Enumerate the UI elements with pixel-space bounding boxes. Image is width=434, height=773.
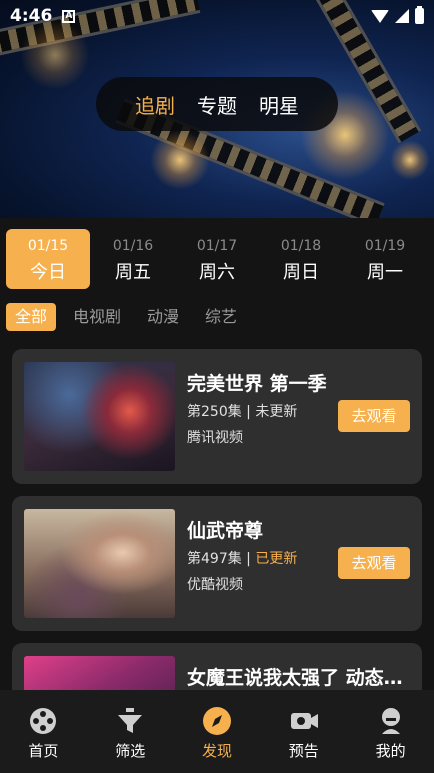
weekday-label: 周日 xyxy=(283,262,319,283)
episode-count: 第497集 xyxy=(187,551,242,567)
category-all[interactable]: 全部 xyxy=(6,303,57,331)
category-tv[interactable]: 电视剧 xyxy=(64,303,130,331)
date-label: 01/17 xyxy=(196,238,238,254)
episode-count: 第250集 xyxy=(187,404,242,420)
show-title: 完美世界 第一季 xyxy=(187,373,327,395)
nav-mine-label: 我的 xyxy=(375,742,406,760)
top-tab-switch: 追剧 专题 明星 xyxy=(96,77,338,131)
date-item[interactable]: 01/17 周六 xyxy=(175,229,259,289)
film-reel-icon xyxy=(28,706,58,736)
show-source: 优酷视频 xyxy=(187,577,243,593)
status-bar: 4:46 A xyxy=(0,0,434,32)
nav-filter[interactable]: 筛选 xyxy=(87,690,174,773)
weekday-label: 周六 xyxy=(199,262,235,283)
date-label: 01/16 xyxy=(112,238,154,254)
nav-home[interactable]: 首页 xyxy=(0,690,87,773)
show-meta: 第250集 | 未更新 xyxy=(187,401,297,421)
update-status: 已更新 xyxy=(255,551,298,567)
battery-icon xyxy=(415,6,424,24)
video-camera-icon xyxy=(289,706,319,736)
status-time: 4:46 xyxy=(10,6,53,26)
date-selector: 01/15 今日 01/16 周五 01/17 周六 01/18 周日 01/1… xyxy=(0,218,434,298)
watch-button[interactable]: 去观看 xyxy=(338,547,410,579)
date-label: 01/19 xyxy=(364,238,406,254)
show-source: 腾讯视频 xyxy=(187,430,243,446)
meta-separator: | xyxy=(241,551,256,567)
nav-discover[interactable]: 发现 xyxy=(174,690,261,773)
date-item[interactable]: 01/16 周五 xyxy=(91,229,175,289)
date-label: 01/15 xyxy=(27,238,69,254)
show-card[interactable]: 完美世界 第一季 第250集 | 未更新 腾讯视频 去观看 xyxy=(12,349,422,484)
weekday-label: 周五 xyxy=(115,262,151,283)
watch-button[interactable]: 去观看 xyxy=(338,400,410,432)
light-glow xyxy=(390,140,430,180)
user-profile-icon xyxy=(376,706,406,736)
show-title: 仙武帝尊 xyxy=(187,520,264,542)
show-poster xyxy=(24,509,175,618)
tab-follow[interactable]: 追剧 xyxy=(135,90,175,119)
nav-discover-label: 发现 xyxy=(201,742,232,760)
signal-icon xyxy=(395,9,409,23)
light-glow xyxy=(150,130,210,190)
show-meta: 第497集 | 已更新 xyxy=(187,548,297,568)
show-poster xyxy=(24,656,175,690)
funnel-icon xyxy=(115,706,145,736)
show-card[interactable]: 仙武帝尊 第497集 | 已更新 优酷视频 去观看 xyxy=(12,496,422,631)
nav-trailer[interactable]: 预告 xyxy=(260,690,347,773)
bottom-navigation: 首页 筛选 发现 预告 我的 xyxy=(0,690,434,773)
tab-stars[interactable]: 明星 xyxy=(259,90,299,119)
nav-filter-label: 筛选 xyxy=(115,742,146,760)
show-poster xyxy=(24,362,175,471)
date-item[interactable]: 01/19 周一 xyxy=(343,229,427,289)
nav-trailer-label: 预告 xyxy=(288,742,319,760)
compass-icon xyxy=(202,706,232,736)
wifi-icon xyxy=(371,9,389,23)
tab-topics[interactable]: 专题 xyxy=(197,90,237,119)
show-title: 女魔王说我太强了 动态漫画 xyxy=(187,667,415,689)
category-variety[interactable]: 综艺 xyxy=(196,303,246,331)
notification-a-icon: A xyxy=(62,9,76,23)
show-list: 完美世界 第一季 第250集 | 未更新 腾讯视频 去观看 仙武帝尊 第497集… xyxy=(0,338,434,690)
weekday-label: 今日 xyxy=(30,262,66,283)
update-status: 未更新 xyxy=(255,404,298,420)
meta-separator: | xyxy=(241,404,256,420)
date-item[interactable]: 01/18 周日 xyxy=(259,229,343,289)
date-label: 01/18 xyxy=(280,238,322,254)
nav-home-label: 首页 xyxy=(28,742,59,760)
category-filter: 全部 电视剧 动漫 综艺 xyxy=(6,303,254,331)
weekday-label: 周一 xyxy=(367,262,403,283)
nav-mine[interactable]: 我的 xyxy=(347,690,434,773)
show-card[interactable]: 女魔王说我太强了 动态漫画 xyxy=(12,643,422,690)
date-item[interactable]: 01/15 今日 xyxy=(6,229,90,289)
category-anime[interactable]: 动漫 xyxy=(138,303,188,331)
